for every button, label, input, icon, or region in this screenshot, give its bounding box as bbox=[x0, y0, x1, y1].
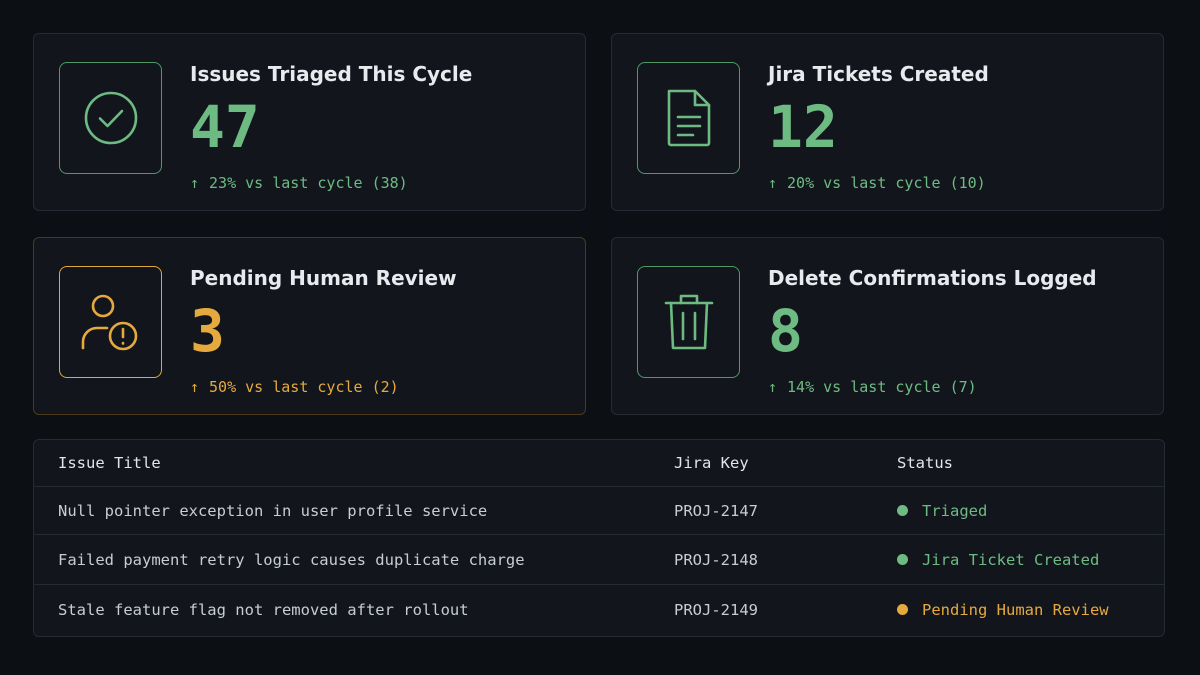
icon-frame bbox=[59, 266, 162, 378]
header-jira-key: Jira Key bbox=[674, 454, 749, 472]
delta-text: 14% vs last cycle (7) bbox=[787, 378, 977, 396]
card-title: Pending Human Review bbox=[190, 266, 457, 290]
status-badge: Triaged bbox=[897, 487, 987, 534]
header-status: Status bbox=[897, 454, 953, 472]
status-text: Jira Ticket Created bbox=[922, 550, 1100, 569]
arrow-up-icon: ↑ bbox=[190, 174, 200, 192]
card-delta: ↑ 23% vs last cycle (38) bbox=[190, 174, 408, 192]
status-text: Triaged bbox=[922, 501, 988, 520]
table-row[interactable]: Stale feature flag not removed after rol… bbox=[34, 584, 1164, 634]
arrow-up-icon: ↑ bbox=[768, 174, 778, 192]
card-delta: ↑ 50% vs last cycle (2) bbox=[190, 378, 399, 396]
status-badge: Jira Ticket Created bbox=[897, 535, 1099, 584]
issue-title: Failed payment retry logic causes duplic… bbox=[58, 550, 525, 569]
table-row[interactable]: Failed payment retry logic causes duplic… bbox=[34, 534, 1164, 584]
arrow-up-icon: ↑ bbox=[190, 378, 200, 396]
issues-table: Issue Title Jira Key Status Null pointer… bbox=[33, 439, 1165, 637]
card-delta: ↑ 14% vs last cycle (7) bbox=[768, 378, 977, 396]
icon-frame bbox=[637, 62, 740, 174]
jira-key: PROJ-2148 bbox=[674, 550, 758, 569]
status-dot-icon bbox=[897, 554, 908, 565]
card-delta: ↑ 20% vs last cycle (10) bbox=[768, 174, 986, 192]
jira-key: PROJ-2147 bbox=[674, 501, 758, 520]
table-header: Issue Title Jira Key Status bbox=[34, 440, 1164, 486]
card-title: Issues Triaged This Cycle bbox=[190, 62, 473, 86]
table-row[interactable]: Null pointer exception in user profile s… bbox=[34, 486, 1164, 534]
icon-frame bbox=[59, 62, 162, 174]
delta-text: 23% vs last cycle (38) bbox=[209, 174, 408, 192]
card-value: 3 bbox=[190, 297, 225, 365]
card-title: Delete Confirmations Logged bbox=[768, 266, 1097, 290]
status-badge: Pending Human Review bbox=[897, 585, 1109, 634]
card-value: 8 bbox=[768, 297, 803, 365]
card-value: 47 bbox=[190, 93, 260, 161]
metric-card-jira-tickets: Jira Tickets Created 12 ↑ 20% vs last cyc… bbox=[611, 33, 1164, 211]
document-icon bbox=[667, 89, 710, 147]
arrow-up-icon: ↑ bbox=[768, 378, 778, 396]
icon-frame bbox=[637, 266, 740, 378]
issue-title: Stale feature flag not removed after rol… bbox=[58, 600, 469, 619]
issue-title: Null pointer exception in user profile s… bbox=[58, 501, 488, 520]
status-text: Pending Human Review bbox=[922, 600, 1109, 619]
header-issue-title: Issue Title bbox=[58, 454, 161, 472]
status-dot-icon bbox=[897, 604, 908, 615]
delta-text: 20% vs last cycle (10) bbox=[787, 174, 986, 192]
metric-card-pending-review: Pending Human Review 3 ↑ 50% vs last cycl… bbox=[33, 237, 586, 415]
card-title: Jira Tickets Created bbox=[768, 62, 989, 86]
metric-card-delete-confirmations: Delete Confirmations Logged 8 ↑ 14% vs la… bbox=[611, 237, 1164, 415]
status-dot-icon bbox=[897, 505, 908, 516]
user-alert-icon bbox=[81, 294, 137, 351]
trash-icon bbox=[664, 294, 713, 350]
jira-key: PROJ-2149 bbox=[674, 600, 758, 619]
delta-text: 50% vs last cycle (2) bbox=[209, 378, 399, 396]
metric-card-issues-triaged: Issues Triaged This Cycle 47 ↑ 23% vs las… bbox=[33, 33, 586, 211]
card-value: 12 bbox=[768, 93, 838, 161]
check-circle-icon bbox=[84, 91, 137, 145]
